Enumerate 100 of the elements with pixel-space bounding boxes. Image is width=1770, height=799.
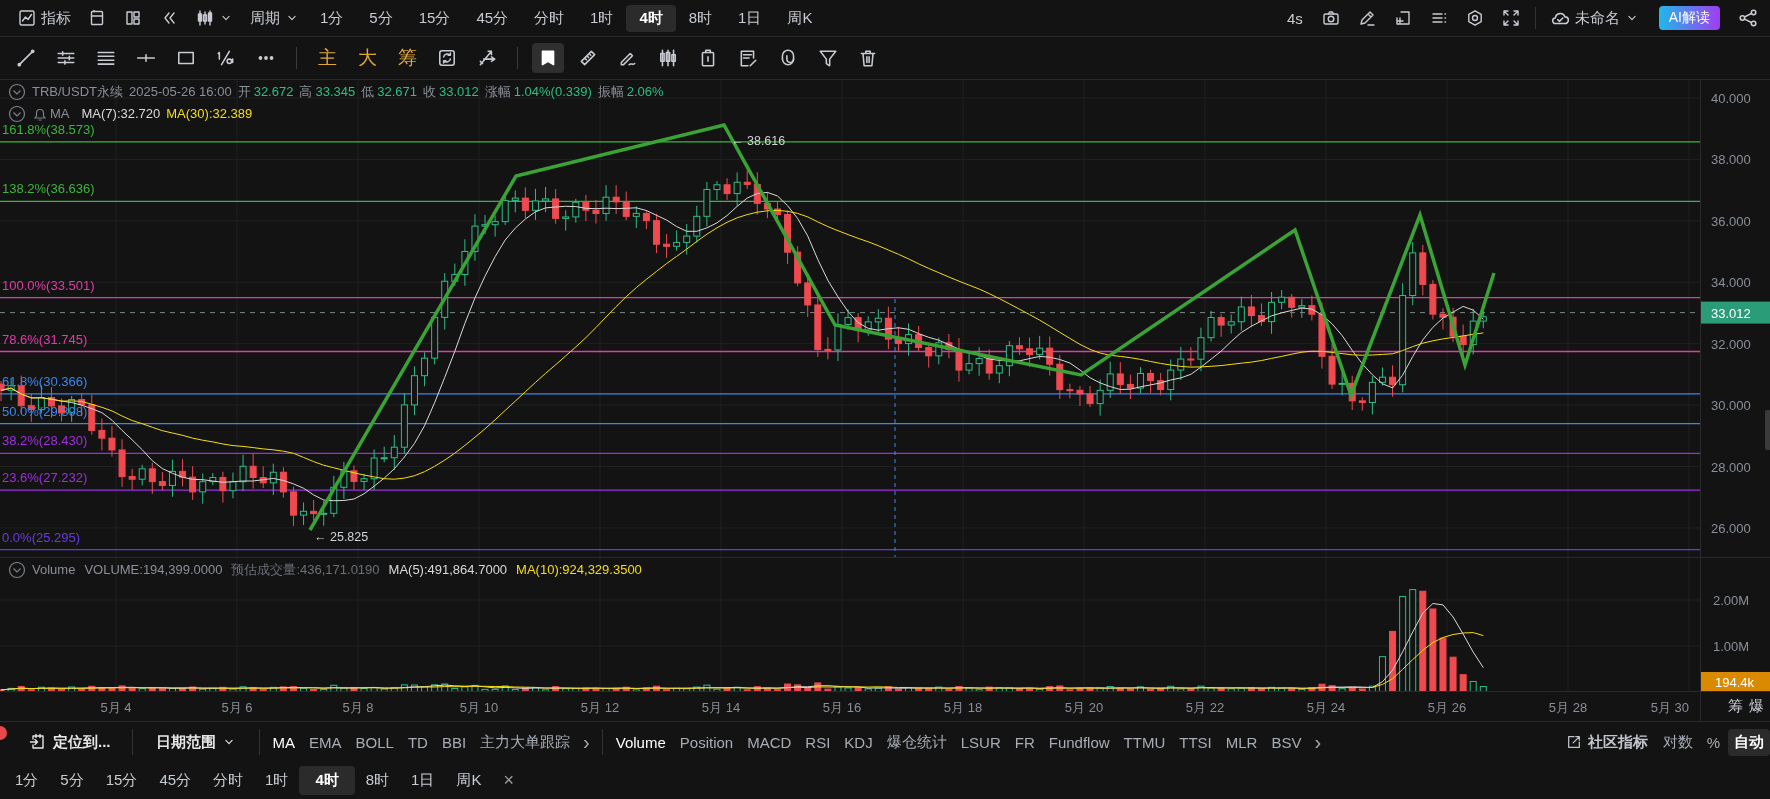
- field-label: 开: [237, 82, 251, 101]
- period-tab[interactable]: 4时: [299, 766, 355, 795]
- indicator-tab[interactable]: 主力大单跟踪: [473, 728, 578, 756]
- ai-button[interactable]: AI解读: [1658, 6, 1720, 30]
- indicator-tab[interactable]: BBI: [434, 729, 474, 755]
- bookmark-button[interactable]: [532, 43, 564, 73]
- indicator-tab[interactable]: MACD: [740, 729, 799, 755]
- price-axis-label: 40.000: [1711, 91, 1751, 106]
- indicator-tab[interactable]: LSUR: [953, 729, 1008, 755]
- indicator-value: Volume: [32, 562, 76, 577]
- indicators-button[interactable]: 指标: [10, 4, 79, 32]
- field-value: 32.671: [377, 84, 417, 99]
- more-indicators-button[interactable]: ›: [1308, 730, 1328, 754]
- indicator-tab[interactable]: Fundflow: [1041, 729, 1117, 755]
- community-indicators-button[interactable]: 社区指标: [1558, 728, 1655, 756]
- period-tab[interactable]: 8时: [354, 766, 401, 795]
- indicator-tab[interactable]: TD: [400, 729, 435, 755]
- date-range-dropdown[interactable]: 日期范围: [148, 728, 243, 756]
- indicator-tab[interactable]: MA: [265, 729, 302, 755]
- indicator-tab[interactable]: RSI: [798, 729, 838, 755]
- chip-tool-button[interactable]: 大: [351, 43, 383, 73]
- period-tab[interactable]: 1时: [254, 766, 300, 795]
- period-tab[interactable]: 5分: [49, 766, 95, 795]
- field-label: 涨幅: [484, 82, 511, 101]
- date-axis-label: 5月 10: [459, 700, 499, 715]
- scale-option[interactable]: %: [1700, 729, 1726, 755]
- chip-tool-button[interactable]: 主: [311, 43, 343, 73]
- close-button[interactable]: ×: [492, 765, 525, 796]
- external-edit-icon[interactable]: [1565, 734, 1582, 750]
- candles-icon[interactable]: [196, 9, 214, 27]
- date-axis-label: 5月 20: [1064, 700, 1104, 715]
- period-tab[interactable]: 4时: [626, 4, 676, 32]
- period-tab[interactable]: 8时: [675, 4, 726, 32]
- refresh-interval: 4s: [1286, 9, 1303, 27]
- split-panel-icon[interactable]: [124, 9, 142, 27]
- collapse-icon[interactable]: [8, 560, 26, 579]
- period-tab[interactable]: 1时: [577, 4, 627, 32]
- fibonacci-level-label: 23.6%(27.232): [2, 470, 88, 486]
- price-annotation: ← 25.825: [314, 530, 369, 545]
- crossed-arrows-icon[interactable]: [477, 48, 497, 68]
- ruler-icon[interactable]: [578, 48, 598, 68]
- parallel-lines-icon[interactable]: [56, 48, 76, 68]
- add-frame-icon[interactable]: [1393, 9, 1412, 27]
- indicator-tab[interactable]: BOLL: [348, 729, 401, 755]
- trash-icon[interactable]: [858, 48, 878, 68]
- sync-icon[interactable]: [437, 48, 457, 68]
- period-tab[interactable]: 1日: [725, 4, 775, 32]
- indicator-tab[interactable]: Position: [672, 729, 741, 755]
- indicator-tab[interactable]: KDJ: [837, 729, 880, 755]
- locate-button[interactable]: 定位到...: [22, 728, 118, 756]
- period-tab[interactable]: 1日: [400, 766, 446, 795]
- ratio-tool-icon[interactable]: [216, 48, 236, 68]
- indicator-tab[interactable]: Volume: [608, 729, 673, 755]
- camera-icon[interactable]: [1321, 9, 1340, 27]
- fibonacci-level-label: 161.8%(38.573): [2, 121, 95, 137]
- period-tab[interactable]: 分时: [202, 766, 255, 795]
- price-axis-label: 26.000: [1711, 520, 1751, 536]
- indicator-tab[interactable]: 爆仓统计: [879, 728, 954, 756]
- collapse-icon[interactable]: [8, 104, 26, 123]
- scale-option[interactable]: 自动: [1728, 728, 1770, 756]
- period-tab[interactable]: 15分: [405, 4, 464, 32]
- period-tab[interactable]: 45分: [463, 4, 522, 32]
- fullscreen-icon[interactable]: [1501, 9, 1520, 27]
- field-value: 32.672: [253, 84, 294, 99]
- indicator-tab[interactable]: TTSI: [1172, 729, 1219, 755]
- calendar-arrow-icon[interactable]: [29, 733, 47, 751]
- period-tab[interactable]: 1分: [4, 766, 50, 795]
- indicator-tab[interactable]: EMA: [302, 729, 349, 755]
- period-tab[interactable]: 1分: [307, 4, 357, 32]
- indicator-tab[interactable]: FR: [1007, 729, 1042, 755]
- date-axis-label: 5月 16: [822, 700, 862, 715]
- period-tab[interactable]: 分时: [521, 4, 578, 32]
- indicator-tab[interactable]: BSV: [1264, 729, 1309, 755]
- more-indicators-button[interactable]: ›: [577, 730, 596, 754]
- filter-icon[interactable]: [818, 48, 838, 68]
- pencil-icon[interactable]: [1357, 9, 1376, 27]
- period-tab[interactable]: 周K: [774, 4, 826, 32]
- note-edit-icon[interactable]: [738, 48, 758, 68]
- candles-icon[interactable]: [658, 48, 678, 68]
- period-dropdown[interactable]: 周期: [242, 4, 307, 32]
- scroll-handle[interactable]: [1765, 410, 1770, 450]
- period-tab[interactable]: 周K: [445, 766, 493, 795]
- indicator-tab[interactable]: TTMU: [1116, 729, 1173, 755]
- date-axis-label: 5月 26: [1427, 700, 1467, 715]
- field-label: 低: [361, 82, 375, 101]
- axis-toggle-button[interactable]: 筹: [1728, 697, 1743, 716]
- chip-tool-button[interactable]: 筹: [391, 43, 423, 73]
- collapse-icon[interactable]: [8, 82, 26, 101]
- line-tool-icon[interactable]: [16, 48, 36, 68]
- settings-icon[interactable]: [1465, 9, 1484, 27]
- period-tab[interactable]: 45分: [148, 766, 203, 795]
- chart-icon[interactable]: [18, 9, 36, 27]
- period-tab[interactable]: 5分: [356, 4, 406, 32]
- scale-option[interactable]: 对数: [1656, 728, 1699, 756]
- volume-axis-label: 2.00M: [1713, 593, 1750, 608]
- axis-toggle-button[interactable]: 爆: [1749, 697, 1764, 716]
- layout-dropdown[interactable]: 未命名: [1541, 4, 1647, 32]
- indicator-tab[interactable]: MLR: [1218, 729, 1265, 755]
- period-tab[interactable]: 15分: [94, 766, 149, 795]
- layout-icon[interactable]: [88, 9, 106, 27]
